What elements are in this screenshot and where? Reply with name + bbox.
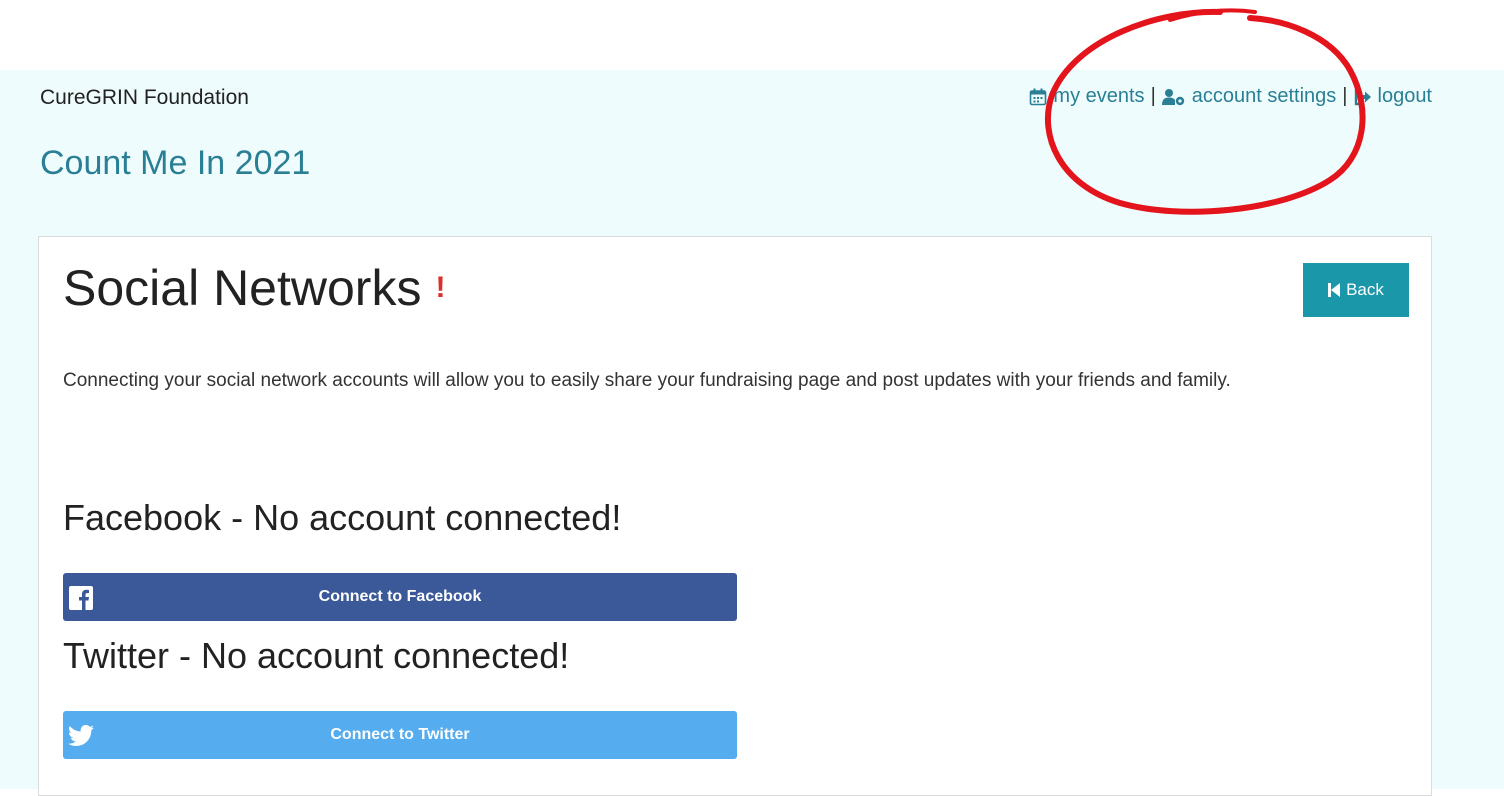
step-backward-icon (1328, 283, 1341, 297)
back-button[interactable]: Back (1303, 263, 1409, 317)
org-name: CureGRIN Foundation (40, 86, 249, 109)
connect-twitter-label: Connect to Twitter (330, 726, 470, 743)
logout-link[interactable]: logout (1354, 85, 1433, 108)
event-title[interactable]: Count Me In 2021 (40, 144, 310, 183)
account-settings-label: account settings (1191, 85, 1337, 107)
warning-icon: ! (435, 271, 446, 304)
facebook-heading: Facebook - No account connected! (63, 497, 622, 538)
calendar-icon (1030, 88, 1047, 105)
logout-label: logout (1377, 85, 1433, 107)
back-button-label: Back (1346, 280, 1384, 299)
account-settings-link[interactable]: account settings (1161, 85, 1337, 108)
top-nav: my events | account settings | logout (1029, 85, 1432, 108)
intro-text: Connecting your social network accounts … (63, 370, 1231, 391)
nav-separator: | (1342, 85, 1348, 107)
connect-twitter-button[interactable]: Connect to Twitter (63, 711, 737, 759)
nav-separator: | (1150, 85, 1156, 107)
twitter-icon (67, 723, 95, 749)
panel-title-text: Social Networks (63, 260, 422, 316)
my-events-link[interactable]: my events (1029, 85, 1145, 108)
connect-facebook-label: Connect to Facebook (318, 588, 482, 605)
social-networks-panel: Social Networks ! Back Connecting your s… (38, 236, 1432, 796)
user-gear-icon (1161, 88, 1184, 105)
connect-facebook-button[interactable]: Connect to Facebook (63, 573, 737, 621)
sign-out-icon (1354, 88, 1371, 105)
facebook-icon (67, 585, 95, 611)
panel-title: Social Networks ! (63, 259, 445, 317)
twitter-heading: Twitter - No account connected! (63, 635, 570, 676)
my-events-label: my events (1053, 85, 1145, 107)
